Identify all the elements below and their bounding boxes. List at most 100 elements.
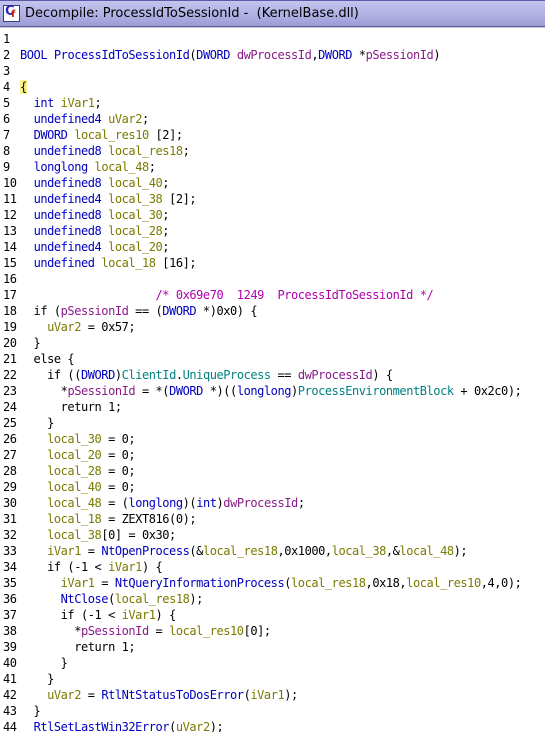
code-token[interactable]: local_res10 bbox=[406, 576, 481, 590]
code-token[interactable]: NtOpenProcess bbox=[101, 544, 190, 558]
code-token[interactable]: RtlSetLastWin32Error bbox=[34, 720, 170, 732]
code-line[interactable]: 37 if (-1 < iVar1) { bbox=[0, 607, 545, 623]
window-titlebar[interactable]: Cf Decompile: ProcessIdToSessionId - (Ke… bbox=[0, 0, 545, 27]
code-line[interactable]: 29 local_40 = 0; bbox=[0, 479, 545, 495]
code-token[interactable]: local_20 bbox=[108, 240, 163, 254]
code-line[interactable]: 42 uVar2 = RtlNtStatusToDosError(iVar1); bbox=[0, 687, 545, 703]
code-line[interactable]: 6 undefined4 uVar2; bbox=[0, 111, 545, 127]
code-token[interactable]: pSessionId bbox=[81, 624, 149, 638]
code-token[interactable]: ProcessIdToSessionId bbox=[54, 48, 190, 62]
code-token[interactable]: undefined8 bbox=[34, 224, 102, 238]
code-line[interactable]: 4{ bbox=[0, 79, 545, 95]
code-line[interactable]: 16 bbox=[0, 271, 545, 287]
code-token[interactable]: iVar1 bbox=[61, 576, 95, 590]
code-token[interactable]: dwProcessId bbox=[223, 496, 298, 510]
code-token[interactable]: RtlNtStatusToDosError bbox=[101, 688, 244, 702]
code-token[interactable]: NtClose bbox=[61, 592, 109, 606]
code-line[interactable]: 7 DWORD local_res10 [2]; bbox=[0, 127, 545, 143]
code-line[interactable]: 24 return 1; bbox=[0, 399, 545, 415]
code-token[interactable]: local_40 bbox=[108, 176, 163, 190]
code-line[interactable]: 33 iVar1 = NtOpenProcess(&local_res18,0x… bbox=[0, 543, 545, 559]
code-token[interactable]: DWORD bbox=[34, 128, 68, 142]
code-token[interactable]: local_48 bbox=[399, 544, 454, 558]
code-line[interactable]: 15 undefined local_18 [16]; bbox=[0, 255, 545, 271]
code-line[interactable]: 26 local_30 = 0; bbox=[0, 431, 545, 447]
code-token[interactable]: pSessionId bbox=[366, 48, 434, 62]
code-token[interactable]: dwProcessId bbox=[298, 368, 373, 382]
code-line[interactable]: 35 iVar1 = NtQueryInformationProcess(loc… bbox=[0, 575, 545, 591]
code-line[interactable]: 44 RtlSetLastWin32Error(uVar2); bbox=[0, 719, 545, 732]
code-token[interactable]: local_18 bbox=[101, 256, 156, 270]
code-line[interactable]: 28 local_28 = 0; bbox=[0, 463, 545, 479]
code-line[interactable]: 9 longlong local_48; bbox=[0, 159, 545, 175]
code-line[interactable]: 1 bbox=[0, 31, 545, 47]
code-token[interactable]: longlong bbox=[237, 384, 292, 398]
code-line[interactable]: 21 else { bbox=[0, 351, 545, 367]
code-token[interactable]: DWORD bbox=[196, 48, 230, 62]
code-token[interactable]: undefined8 bbox=[34, 176, 102, 190]
code-line[interactable]: 10 undefined8 local_40; bbox=[0, 175, 545, 191]
code-token[interactable]: longlong bbox=[128, 496, 183, 510]
code-line[interactable]: 30 local_48 = (longlong)(int)dwProcessId… bbox=[0, 495, 545, 511]
code-token[interactable]: iVar1 bbox=[250, 688, 284, 702]
code-token[interactable]: pSessionId bbox=[67, 384, 135, 398]
code-token[interactable]: dwProcessId bbox=[237, 48, 312, 62]
code-line[interactable]: 17 /* 0x69e70 1249 ProcessIdToSessionId … bbox=[0, 287, 545, 303]
code-token[interactable]: local_30 bbox=[47, 432, 102, 446]
code-token[interactable]: DWORD bbox=[318, 48, 352, 62]
code-token[interactable]: uVar2 bbox=[47, 320, 81, 334]
code-token[interactable]: local_38 bbox=[47, 528, 102, 542]
code-token[interactable]: longlong bbox=[34, 160, 89, 174]
code-token[interactable]: NtQueryInformationProcess bbox=[115, 576, 285, 590]
code-line[interactable]: 32 local_38[0] = 0x30; bbox=[0, 527, 545, 543]
code-token[interactable]: local_28 bbox=[47, 464, 102, 478]
code-line[interactable]: 36 NtClose(local_res18); bbox=[0, 591, 545, 607]
code-line[interactable]: 43 } bbox=[0, 703, 545, 719]
code-token[interactable]: uVar2 bbox=[108, 112, 142, 126]
code-token[interactable]: ClientId bbox=[122, 368, 177, 382]
code-token[interactable]: undefined8 bbox=[34, 208, 102, 222]
code-token[interactable]: pSessionId bbox=[61, 304, 129, 318]
code-line[interactable]: 5 int iVar1; bbox=[0, 95, 545, 111]
code-line[interactable]: 12 undefined8 local_30; bbox=[0, 207, 545, 223]
code-token[interactable]: local_30 bbox=[108, 208, 163, 222]
code-token[interactable]: { bbox=[20, 80, 27, 94]
code-line[interactable]: 38 *pSessionId = local_res10[0]; bbox=[0, 623, 545, 639]
code-token[interactable]: local_res18 bbox=[203, 544, 278, 558]
code-line[interactable]: 13 undefined8 local_28; bbox=[0, 223, 545, 239]
code-token[interactable]: undefined4 bbox=[34, 240, 102, 254]
code-token[interactable]: DWORD bbox=[81, 368, 115, 382]
code-line[interactable]: 19 uVar2 = 0x57; bbox=[0, 319, 545, 335]
code-line[interactable]: 34 if (-1 < iVar1) { bbox=[0, 559, 545, 575]
code-line[interactable]: 31 local_18 = ZEXT816(0); bbox=[0, 511, 545, 527]
code-token[interactable]: local_res18 bbox=[291, 576, 366, 590]
code-token[interactable]: iVar1 bbox=[122, 608, 156, 622]
code-token[interactable]: local_48 bbox=[47, 496, 102, 510]
code-token[interactable]: ProcessEnvironmentBlock bbox=[298, 384, 454, 398]
code-token[interactable]: int bbox=[196, 496, 217, 510]
code-line[interactable]: 18 if (pSessionId == (DWORD *)0x0) { bbox=[0, 303, 545, 319]
code-token[interactable]: uVar2 bbox=[47, 688, 81, 702]
code-token[interactable]: iVar1 bbox=[47, 544, 81, 558]
code-token[interactable]: local_40 bbox=[47, 480, 102, 494]
decompiled-code-area[interactable]: 1 2 BOOL ProcessIdToSessionId(DWORD dwProc… bbox=[0, 27, 545, 732]
code-line[interactable]: 3 bbox=[0, 63, 545, 79]
code-token[interactable]: undefined4 bbox=[34, 192, 102, 206]
code-token[interactable]: DWORD bbox=[162, 304, 196, 318]
code-token[interactable]: int bbox=[34, 96, 55, 110]
code-token[interactable]: undefined bbox=[34, 256, 95, 270]
code-token[interactable]: undefined4 bbox=[34, 112, 102, 126]
code-line[interactable]: 14 undefined4 local_20; bbox=[0, 239, 545, 255]
code-token[interactable]: iVar1 bbox=[108, 560, 142, 574]
code-token[interactable]: local_28 bbox=[108, 224, 163, 238]
code-token[interactable]: local_48 bbox=[95, 160, 150, 174]
code-line[interactable]: 20 } bbox=[0, 335, 545, 351]
code-token[interactable]: UniqueProcess bbox=[183, 368, 272, 382]
code-token[interactable]: iVar1 bbox=[61, 96, 95, 110]
code-token[interactable]: /* 0x69e70 1249 ProcessIdToSessionId */ bbox=[156, 288, 434, 302]
code-line[interactable]: 40 } bbox=[0, 655, 545, 671]
code-token[interactable]: local_38 bbox=[332, 544, 387, 558]
code-token[interactable]: local_res18 bbox=[108, 144, 183, 158]
code-token[interactable]: local_20 bbox=[47, 448, 102, 462]
code-line[interactable]: 2 BOOL ProcessIdToSessionId(DWORD dwProce… bbox=[0, 47, 545, 63]
